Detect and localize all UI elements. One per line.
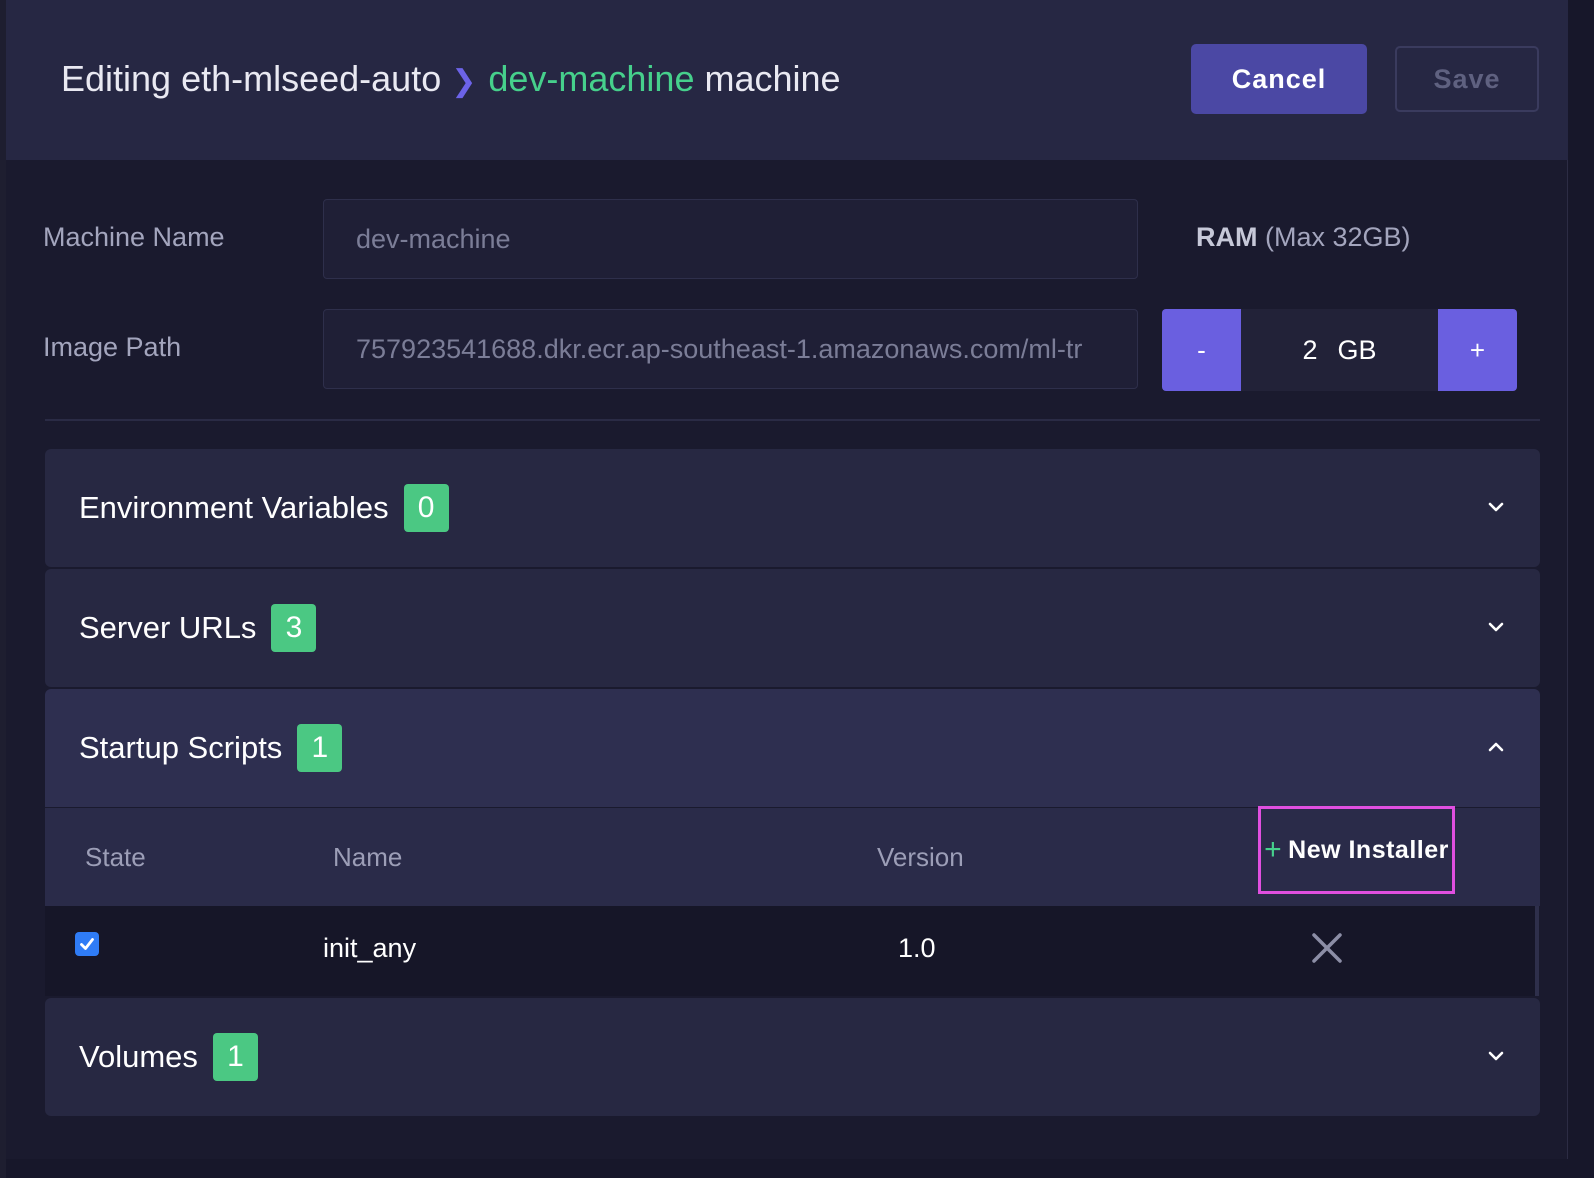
cancel-button[interactable]: Cancel — [1191, 44, 1367, 114]
table-row: init_any 1.0 — [45, 906, 1539, 996]
count-badge: 0 — [403, 484, 449, 532]
startup-scripts-table-header: State Name Version + New Installer — [45, 806, 1540, 906]
page-title: Editing eth-mlseed-auto ❯ dev-machine mach… — [61, 56, 841, 105]
title-suffix: machine — [704, 58, 841, 99]
ram-label: RAM (Max 32GB) — [1196, 222, 1411, 253]
section-title: Volumes — [79, 1039, 198, 1074]
section-server-urls[interactable]: Server URLs 3 — [45, 569, 1540, 687]
chevron-down-icon[interactable] — [1482, 613, 1510, 641]
machine-name-input[interactable]: dev-machine — [323, 199, 1138, 279]
close-icon[interactable] — [1311, 932, 1343, 964]
machine-name-value: dev-machine — [356, 223, 511, 254]
section-title: Environment Variables — [79, 490, 389, 525]
chevron-up-icon[interactable] — [1482, 733, 1510, 761]
edit-machine-modal: Editing eth-mlseed-auto ❯ dev-machine mach… — [6, 0, 1568, 1159]
ram-stepper-value[interactable]: 2 GB — [1241, 309, 1438, 391]
section-title: Server URLs — [79, 610, 257, 645]
divider — [45, 419, 1540, 421]
ram-max-text: (Max 32GB) — [1265, 222, 1411, 252]
title-machine-name: dev-machine — [488, 58, 695, 99]
column-header-version: Version — [877, 841, 964, 872]
modal-header: Editing eth-mlseed-auto ❯ dev-machine mach… — [6, 0, 1568, 160]
image-path-label: Image Path — [43, 332, 182, 362]
script-name: init_any — [323, 932, 417, 963]
script-version: 1.0 — [898, 932, 936, 963]
section-startup-scripts[interactable]: Startup Scripts 1 — [45, 689, 1540, 807]
chevron-down-icon[interactable] — [1482, 493, 1510, 521]
chevron-right-icon: ❯ — [451, 65, 477, 98]
ram-increment-button[interactable]: + — [1438, 309, 1517, 391]
count-badge: 1 — [212, 1033, 258, 1081]
count-badge: 1 — [297, 724, 343, 772]
ram-label-text: RAM — [1196, 222, 1258, 252]
image-path-value: 757923541688.dkr.ecr.ap-southeast-1.amaz… — [356, 333, 1083, 364]
image-path-input[interactable]: 757923541688.dkr.ecr.ap-southeast-1.amaz… — [323, 309, 1138, 389]
column-header-state: State — [85, 841, 146, 872]
title-prefix: Editing eth-mlseed-auto — [61, 58, 442, 99]
state-checkbox[interactable] — [75, 932, 99, 956]
new-installer-button[interactable]: + New Installer — [1258, 806, 1455, 894]
ram-value: 2 — [1302, 334, 1318, 365]
section-title: Startup Scripts — [79, 730, 283, 765]
count-badge: 3 — [271, 604, 317, 652]
plus-icon: + — [1264, 833, 1283, 866]
ram-unit: GB — [1337, 334, 1377, 365]
save-button[interactable]: Save — [1395, 46, 1539, 112]
chevron-down-icon[interactable] — [1482, 1042, 1510, 1070]
column-header-name: Name — [333, 841, 403, 872]
machine-name-label: Machine Name — [43, 222, 225, 252]
section-environment-variables[interactable]: Environment Variables 0 — [45, 449, 1540, 567]
section-volumes[interactable]: Volumes 1 — [45, 998, 1540, 1116]
new-installer-label: New Installer — [1288, 835, 1449, 864]
ram-decrement-button[interactable]: - — [1162, 309, 1241, 391]
